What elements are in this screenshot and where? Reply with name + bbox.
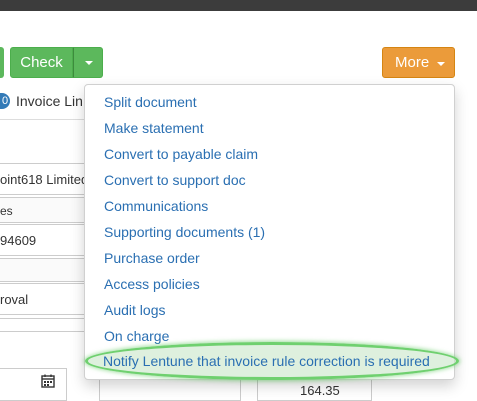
menu-item-convert-to-support-doc[interactable]: Convert to support doc xyxy=(104,172,246,188)
field-label-blank xyxy=(0,258,85,282)
more-button[interactable]: More xyxy=(382,47,455,78)
left-partial-button[interactable] xyxy=(0,47,4,78)
supplier-field[interactable]: oint618 Limited xyxy=(0,163,85,195)
field-label: es xyxy=(0,197,85,223)
divider-cell xyxy=(0,318,85,332)
more-dropdown-menu: Split document Make statement Convert to… xyxy=(84,84,455,380)
chevron-down-icon xyxy=(85,61,93,65)
menu-item-audit-logs[interactable]: Audit logs xyxy=(104,302,165,318)
check-button[interactable]: Check xyxy=(10,47,73,78)
chevron-down-icon xyxy=(437,62,445,66)
more-button-label: More xyxy=(395,54,430,71)
tab-invoice-lines[interactable]: Invoice Lin xyxy=(16,93,86,109)
menu-item-access-policies[interactable]: Access policies xyxy=(104,276,200,292)
menu-item-supporting-documents[interactable]: Supporting documents (1) xyxy=(104,224,265,240)
menu-item-on-charge[interactable]: On charge xyxy=(104,328,169,344)
check-button-label: Check xyxy=(20,54,63,71)
menu-item-purchase-order[interactable]: Purchase order xyxy=(104,250,200,266)
number-field[interactable]: 94609 xyxy=(0,224,85,256)
supplier-value: oint618 Limited xyxy=(0,172,85,187)
menu-item-communications[interactable]: Communications xyxy=(104,198,208,214)
status-field[interactable]: roval xyxy=(0,283,85,315)
window-top-bar xyxy=(0,0,477,11)
menu-item-notify-lentune[interactable]: Notify Lentune that invoice rule correct… xyxy=(103,353,430,369)
menu-item-split-document[interactable]: Split document xyxy=(104,94,197,110)
invoice-lines-count-badge: 0 xyxy=(0,93,10,109)
menu-item-make-statement[interactable]: Make statement xyxy=(104,120,204,136)
menu-item-convert-to-payable-claim[interactable]: Convert to payable claim xyxy=(104,146,258,162)
number-value: 94609 xyxy=(0,233,37,248)
calendar-icon[interactable] xyxy=(40,373,60,393)
field-label-text: es xyxy=(0,204,13,218)
amount-value: 164.35 xyxy=(300,383,340,398)
status-value: roval xyxy=(0,292,29,307)
check-dropdown-toggle[interactable] xyxy=(73,47,103,78)
